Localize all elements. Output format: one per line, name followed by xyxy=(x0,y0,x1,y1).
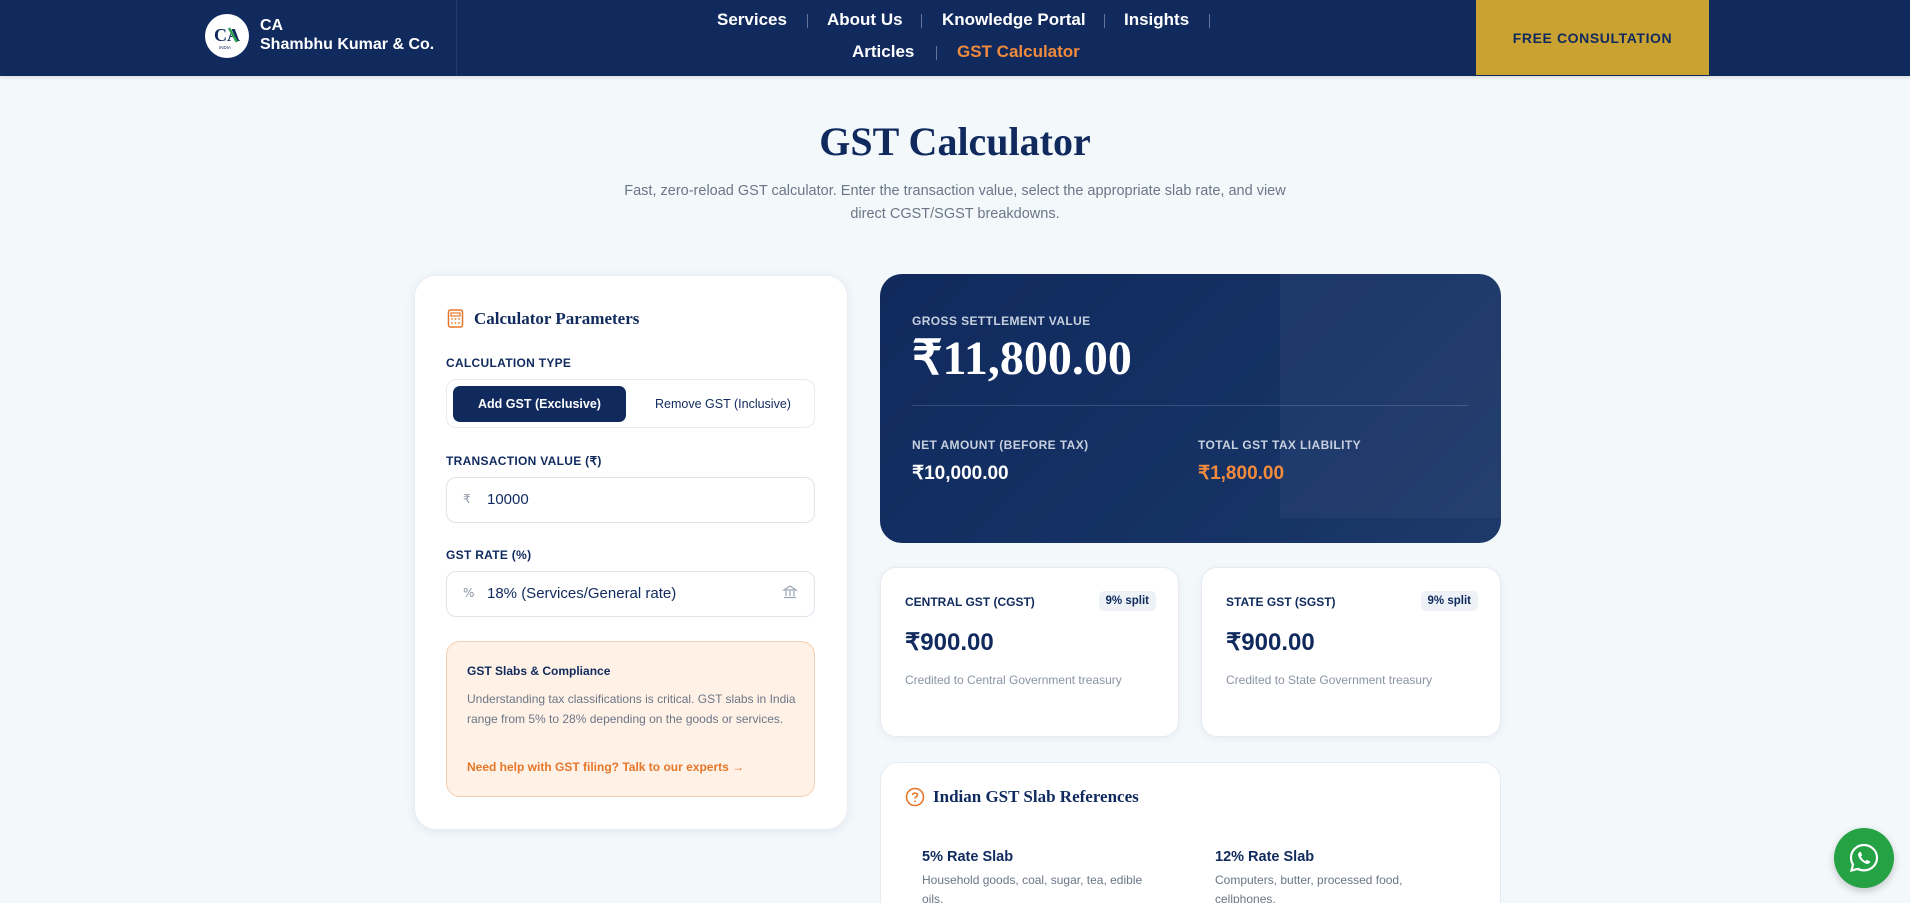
nav-separator xyxy=(1104,14,1105,28)
slab-references-title: Indian GST Slab References xyxy=(933,787,1139,806)
cgst-label: CENTRAL GST (CGST) xyxy=(905,595,1035,609)
slab-item-desc: Computers, butter, processed food, cellp… xyxy=(1215,873,1403,903)
brand-logo[interactable]: CA INDIA xyxy=(205,14,249,58)
whatsapp-icon xyxy=(1849,843,1879,873)
nav-separator xyxy=(1209,14,1210,28)
nav-link-insights[interactable]: Insights xyxy=(1124,10,1189,30)
gst-rate-select[interactable]: % 18% (Services/General rate) xyxy=(446,571,815,617)
gst-slab-references-card: Indian GST Slab References 5% Rate Slab … xyxy=(880,762,1501,903)
page-subtitle: Fast, zero-reload GST calculator. Enter … xyxy=(624,183,1286,222)
remove-gst-inclusive-button[interactable]: Remove GST (Inclusive) xyxy=(635,386,811,422)
tip-title: GST Slabs & Compliance xyxy=(467,664,611,678)
talk-to-experts-link[interactable]: Need help with GST filing? Talk to our e… xyxy=(467,760,744,774)
percent-icon: % xyxy=(463,586,475,600)
nav-link-about[interactable]: About Us xyxy=(827,10,903,30)
transaction-value: 10000 xyxy=(487,491,529,508)
sgst-value: ₹900.00 xyxy=(1226,629,1315,656)
gst-rate-value: 18% (Services/General rate) xyxy=(487,585,677,602)
calculator-icon xyxy=(447,309,464,328)
nav-link-knowledge-portal[interactable]: Knowledge Portal xyxy=(942,10,1086,30)
sgst-note: Credited to State Government treasury xyxy=(1226,673,1433,687)
gross-settlement-value: ₹11,800.00 xyxy=(912,332,1132,385)
slab-item-desc: Household goods, coal, sugar, tea, edibl… xyxy=(922,873,1143,903)
cgst-note: Credited to Central Government treasury xyxy=(905,673,1122,687)
calculation-type-label: CALCULATION TYPE xyxy=(446,356,572,370)
total-gst-label: TOTAL GST TAX LIABILITY xyxy=(1198,438,1361,452)
transaction-value-label: TRANSACTION VALUE (₹) xyxy=(446,454,602,468)
page-title: GST Calculator xyxy=(819,119,1091,164)
brand-divider xyxy=(456,0,457,76)
add-gst-exclusive-button[interactable]: Add GST (Exclusive) xyxy=(453,386,626,422)
calculation-type-toggle: Add GST (Exclusive) Remove GST (Inclusiv… xyxy=(446,379,815,428)
sgst-split-badge: 9% split xyxy=(1420,591,1478,611)
nav-separator xyxy=(936,46,937,60)
card-shade xyxy=(1280,274,1501,518)
gross-settlement-card: GROSS SETTLEMENT VALUE ₹11,800.00 NET AM… xyxy=(880,274,1501,543)
nav-link-services[interactable]: Services xyxy=(717,10,787,30)
free-consultation-button[interactable]: FREE CONSULTATION xyxy=(1476,0,1709,75)
cgst-split-badge: 9% split xyxy=(1098,591,1156,611)
help-circle-icon xyxy=(905,787,925,807)
building-icon xyxy=(782,585,798,599)
total-gst-value: ₹1,800.00 xyxy=(1198,463,1285,484)
cgst-value: ₹900.00 xyxy=(905,629,994,656)
gross-settlement-label: GROSS SETTLEMENT VALUE xyxy=(912,314,1091,328)
brand-name[interactable]: CA Shambhu Kumar & Co. xyxy=(260,16,434,54)
svg-text:INDIA: INDIA xyxy=(219,45,231,50)
nav-separator xyxy=(807,14,808,28)
top-navbar: CA INDIA CA Shambhu Kumar & Co. Services… xyxy=(0,0,1910,76)
nav-link-gst-calculator[interactable]: GST Calculator xyxy=(957,42,1080,62)
slab-item-name: 12% Rate Slab xyxy=(1215,849,1315,865)
net-amount-label: NET AMOUNT (BEFORE TAX) xyxy=(912,438,1089,452)
cgst-card: CENTRAL GST (CGST) 9% split ₹900.00 Cred… xyxy=(880,567,1179,737)
slab-item-name: 5% Rate Slab xyxy=(922,849,1014,865)
ca-logo-icon: CA INDIA xyxy=(214,25,240,50)
sgst-card: STATE GST (SGST) 9% split ₹900.00 Credit… xyxy=(1201,567,1501,737)
nav-separator xyxy=(921,14,922,28)
brand-line-1: CA xyxy=(260,17,284,34)
gst-slabs-compliance-note: GST Slabs & Compliance Understanding tax… xyxy=(446,641,815,797)
transaction-value-input[interactable]: ₹ 10000 xyxy=(446,477,815,523)
parameters-title: Calculator Parameters xyxy=(474,309,640,328)
net-amount-value: ₹10,000.00 xyxy=(912,463,1009,484)
sgst-label: STATE GST (SGST) xyxy=(1226,595,1336,609)
whatsapp-chat-button[interactable] xyxy=(1834,828,1894,888)
brand-line-2: Shambhu Kumar & Co. xyxy=(260,36,435,53)
result-divider xyxy=(912,405,1468,406)
nav-link-articles[interactable]: Articles xyxy=(852,42,914,62)
gst-rate-label: GST RATE (%) xyxy=(446,548,532,562)
rupee-icon: ₹ xyxy=(463,492,471,506)
tip-body: Understanding tax classifications is cri… xyxy=(467,692,796,726)
